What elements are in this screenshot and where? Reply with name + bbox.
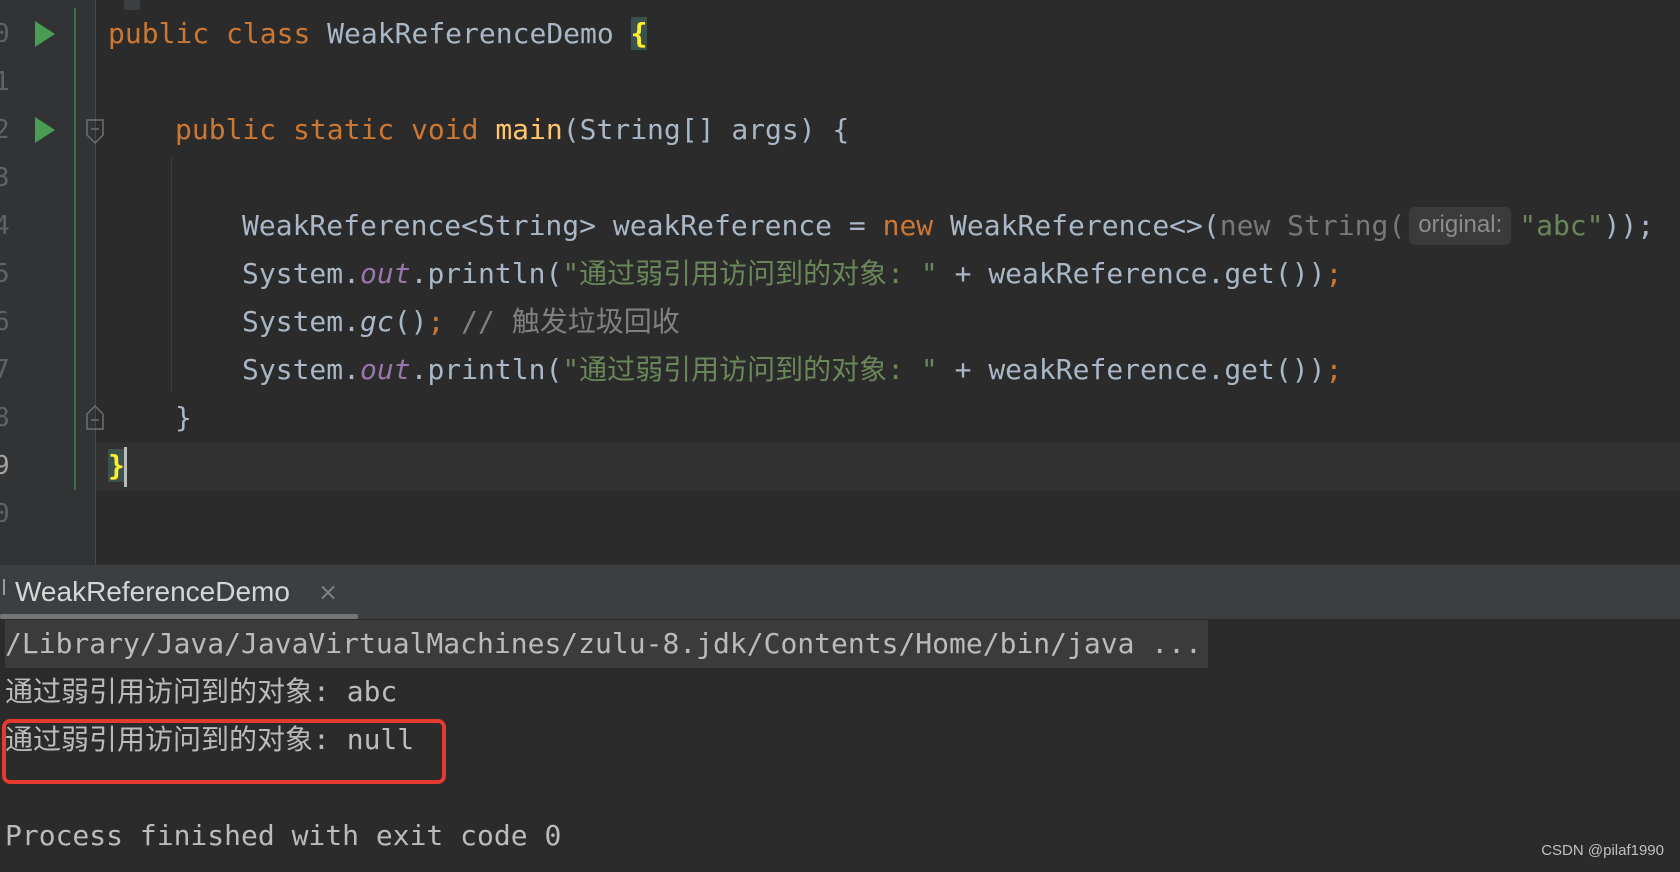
line-number: 3 bbox=[0, 163, 10, 193]
line-number: 6 bbox=[0, 307, 10, 337]
expression: + weakReference.get()) bbox=[937, 257, 1326, 290]
code-line-class-declaration[interactable]: public class WeakReferenceDemo { bbox=[108, 10, 648, 58]
redundant-new-string: new String( bbox=[1219, 209, 1406, 242]
static-method: gc bbox=[360, 305, 394, 338]
text-caret bbox=[124, 447, 127, 487]
class-name: WeakReferenceDemo bbox=[327, 17, 614, 50]
class-ref: System. bbox=[242, 305, 361, 338]
matched-brace: } bbox=[108, 449, 125, 482]
code-line-println-1[interactable]: System.out.println("通过弱引用访问到的对象: " + wea… bbox=[242, 250, 1342, 298]
line-number: 4 bbox=[0, 211, 10, 241]
string-literal: "通过弱引用访问到的对象: " bbox=[562, 353, 938, 386]
code-line-gc[interactable]: System.gc(); // 触发垃圾回收 bbox=[242, 298, 680, 346]
method-call: () bbox=[393, 305, 428, 338]
parameter-hint: original: bbox=[1409, 207, 1512, 245]
line-number: 7 bbox=[0, 355, 10, 385]
class-ref: System. bbox=[242, 257, 361, 290]
code-line-class-close[interactable]: } bbox=[108, 442, 125, 490]
close-icon[interactable]: × bbox=[318, 565, 338, 619]
run-main-icon[interactable] bbox=[35, 117, 55, 143]
tab-label: WeakReferenceDemo bbox=[15, 576, 290, 607]
console-command-line[interactable]: /Library/Java/JavaVirtualMachines/zulu-8… bbox=[5, 620, 1208, 668]
method-call: .println( bbox=[410, 353, 563, 386]
method-call: .println( bbox=[410, 257, 563, 290]
scroll-marker bbox=[124, 0, 140, 10]
tab-pin-marker bbox=[3, 579, 5, 595]
semicolon: ; bbox=[1325, 257, 1343, 290]
line-number: 1 bbox=[0, 67, 10, 97]
code-line-method-close[interactable]: } bbox=[175, 394, 192, 442]
closing-brace: } bbox=[175, 401, 192, 434]
line-number: 0 bbox=[0, 499, 10, 529]
matched-brace: { bbox=[630, 17, 648, 50]
run-class-icon[interactable] bbox=[35, 21, 55, 47]
keyword: class bbox=[226, 17, 311, 50]
gutter-separator bbox=[95, 0, 96, 564]
ide-window: 0 1 2 3 4 5 6 7 8 9 0 public class WeakR… bbox=[0, 0, 1680, 872]
keyword-new: new bbox=[882, 209, 934, 242]
closing-parens: )); bbox=[1603, 209, 1655, 242]
static-field: out bbox=[360, 257, 411, 290]
expression: + weakReference.get()) bbox=[937, 353, 1326, 386]
semicolon: ; bbox=[1325, 353, 1343, 386]
code-line-weak-reference[interactable]: WeakReference<String> weakReference = ne… bbox=[242, 202, 1654, 250]
semicolon: ; bbox=[427, 305, 445, 338]
keyword: static bbox=[293, 113, 395, 146]
constructor-call: WeakReference<>( bbox=[933, 209, 1220, 242]
line-number: 0 bbox=[0, 19, 10, 49]
code-editor[interactable]: 0 1 2 3 4 5 6 7 8 9 0 public class WeakR… bbox=[0, 0, 1680, 564]
line-number: 8 bbox=[0, 403, 10, 433]
gutter bbox=[0, 0, 96, 564]
tab-weak-reference-demo[interactable]: WeakReferenceDemo × bbox=[0, 565, 358, 619]
line-number-current: 9 bbox=[0, 451, 10, 481]
method-params: (String[] args) { bbox=[562, 113, 850, 146]
red-annotation-box bbox=[2, 719, 446, 784]
declaration: WeakReference<String> weakReference = bbox=[242, 209, 883, 242]
static-field: out bbox=[360, 353, 411, 386]
code-line-main-method[interactable]: public static void main(String[] args) { bbox=[175, 106, 849, 154]
indent-guide bbox=[171, 158, 172, 393]
current-line-highlight bbox=[96, 443, 1680, 491]
watermark: CSDN @pilaf1990 bbox=[1541, 842, 1664, 859]
line-number: 2 bbox=[0, 115, 10, 145]
keyword: public bbox=[108, 17, 210, 50]
console-exit-status: Process finished with exit code 0 bbox=[5, 819, 562, 852]
fold-end-icon[interactable] bbox=[86, 404, 104, 430]
fold-collapse-icon[interactable] bbox=[86, 119, 104, 145]
method-name: main bbox=[495, 113, 563, 146]
code-line-println-2[interactable]: System.out.println("通过弱引用访问到的对象: " + wea… bbox=[242, 346, 1342, 394]
active-tab-indicator bbox=[0, 614, 358, 619]
string-literal: "abc" bbox=[1519, 209, 1604, 242]
keyword: void bbox=[411, 113, 479, 146]
keyword: public bbox=[175, 113, 277, 146]
class-ref: System. bbox=[242, 353, 361, 386]
comment: // 触发垃圾回收 bbox=[444, 305, 680, 338]
vcs-change-marker bbox=[74, 8, 76, 490]
string-literal: "通过弱引用访问到的对象: " bbox=[562, 257, 938, 290]
line-number: 5 bbox=[0, 259, 10, 289]
run-tab-bar: WeakReferenceDemo × bbox=[0, 565, 1680, 620]
console-output-line: 通过弱引用访问到的对象: abc bbox=[5, 675, 398, 708]
